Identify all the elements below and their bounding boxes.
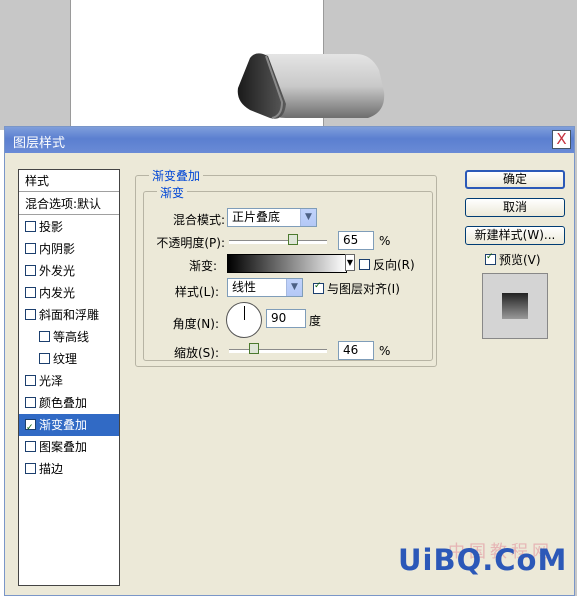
style-item[interactable]: 颜色叠加: [19, 392, 119, 414]
style-item[interactable]: 光泽: [19, 370, 119, 392]
style-item-label: 斜面和浮雕: [39, 308, 100, 322]
angle-unit: 度: [309, 314, 322, 328]
style-item-label: 投影: [39, 220, 64, 234]
style-item-checkbox[interactable]: [39, 331, 50, 342]
dialog-title: 图层样式: [13, 136, 66, 151]
style-item-label: 光泽: [39, 374, 64, 388]
dialog-titlebar[interactable]: 图层样式 X: [5, 127, 574, 153]
angle-needle: [244, 306, 245, 320]
style-item[interactable]: 内发光: [19, 282, 119, 304]
style-item[interactable]: 描边: [19, 458, 119, 480]
style-item[interactable]: 等高线: [19, 326, 119, 348]
style-item-label: 描边: [39, 462, 64, 476]
scale-slider-track[interactable]: [229, 349, 327, 353]
style-item-label: 图案叠加: [39, 440, 88, 454]
new-style-button[interactable]: 新建样式(W)...: [465, 226, 565, 245]
style-item-label: 纹理: [53, 352, 78, 366]
blend-mode-label: 混合模式:: [172, 213, 225, 227]
style-item-label: 内阴影: [39, 242, 76, 256]
angle-input[interactable]: 90: [266, 309, 306, 328]
align-label: 与图层对齐(I): [327, 282, 400, 296]
reverse-check-box[interactable]: [359, 259, 370, 270]
document-canvas: [70, 0, 385, 130]
style-item-checkbox[interactable]: [25, 375, 36, 386]
layer-style-dialog: 图层样式 X 样式 混合选项:默认 投影内阴影外发光内发光斜面和浮雕等高线纹理光…: [4, 126, 575, 596]
gradient-dropdown[interactable]: ▼: [345, 254, 355, 271]
angle-label: 角度(N):: [172, 317, 219, 331]
chevron-down-icon: ▼: [286, 279, 302, 296]
style-select[interactable]: 线性 ▼: [227, 278, 303, 297]
style-item-checkbox[interactable]: [25, 287, 36, 298]
scale-unit: %: [379, 344, 391, 358]
style-item-checkbox[interactable]: [39, 353, 50, 364]
gradient-overlay-title: 渐变叠加: [149, 167, 204, 184]
preview-swatch: [502, 293, 528, 319]
close-icon: X: [556, 130, 567, 148]
gradient-label: 渐变:: [188, 259, 217, 273]
reverse-label: 反向(R): [373, 258, 415, 272]
watermark-logo: UiBQ.CoM: [398, 543, 568, 577]
scale-input[interactable]: 46: [338, 341, 374, 360]
align-with-layer-checkbox[interactable]: 与图层对齐(I): [313, 280, 400, 297]
style-item-checkbox[interactable]: [25, 265, 36, 276]
align-check-box[interactable]: [313, 281, 324, 294]
opacity-input[interactable]: 65: [338, 231, 374, 250]
style-item[interactable]: 内阴影: [19, 238, 119, 260]
style-label: 样式(L):: [174, 285, 219, 299]
style-item-checkbox[interactable]: [25, 463, 36, 474]
chevron-down-icon: ▼: [300, 209, 316, 226]
angle-dial[interactable]: [226, 302, 262, 338]
opacity-slider-thumb[interactable]: [287, 234, 298, 245]
preview-label: 预览(V): [499, 253, 541, 267]
gradient-picker[interactable]: [227, 254, 347, 273]
preview-check-box[interactable]: [485, 252, 496, 265]
cancel-button[interactable]: 取消: [465, 198, 565, 217]
style-item-checkbox[interactable]: [25, 397, 36, 408]
style-item-checkbox[interactable]: [25, 221, 36, 232]
style-item[interactable]: 纹理: [19, 348, 119, 370]
ok-button[interactable]: 确定: [465, 170, 565, 189]
blend-mode-select[interactable]: 正片叠底 ▼: [227, 208, 317, 227]
style-item-checkbox[interactable]: [25, 243, 36, 254]
style-item-checkbox[interactable]: [25, 441, 36, 452]
opacity-unit: %: [379, 234, 391, 248]
blending-options-item[interactable]: 混合选项:默认: [19, 193, 119, 215]
style-item-label: 外发光: [39, 264, 76, 278]
style-item[interactable]: 渐变叠加: [19, 414, 119, 439]
style-item-label: 内发光: [39, 286, 76, 300]
styles-header[interactable]: 样式: [19, 170, 119, 192]
style-item-checkbox[interactable]: [25, 417, 36, 439]
rounded-bar-shape: [237, 53, 385, 119]
gradient-subgroup-title: 渐变: [157, 184, 188, 201]
style-value: 线性: [232, 280, 257, 294]
blend-mode-value: 正片叠底: [232, 210, 281, 224]
opacity-slider-track[interactable]: [229, 240, 327, 244]
style-item-label: 颜色叠加: [39, 396, 88, 410]
opacity-label: 不透明度(P):: [156, 236, 225, 250]
scale-slider-thumb[interactable]: [249, 343, 260, 354]
style-item-checkbox[interactable]: [25, 309, 36, 320]
close-button[interactable]: X: [552, 130, 571, 149]
style-item-label: 渐变叠加: [39, 418, 88, 432]
style-item[interactable]: 图案叠加: [19, 436, 119, 458]
styles-list: 样式 混合选项:默认 投影内阴影外发光内发光斜面和浮雕等高线纹理光泽颜色叠加渐变…: [18, 169, 120, 586]
style-item[interactable]: 斜面和浮雕: [19, 304, 119, 326]
scale-label: 缩放(S):: [173, 346, 219, 360]
preview-checkbox[interactable]: 预览(V): [485, 251, 541, 268]
style-item-label: 等高线: [53, 330, 90, 344]
reverse-checkbox[interactable]: 反向(R): [359, 256, 415, 273]
style-preview: [482, 273, 548, 339]
style-item[interactable]: 投影: [19, 216, 119, 238]
chevron-down-icon: ▼: [346, 258, 354, 267]
style-item[interactable]: 外发光: [19, 260, 119, 282]
